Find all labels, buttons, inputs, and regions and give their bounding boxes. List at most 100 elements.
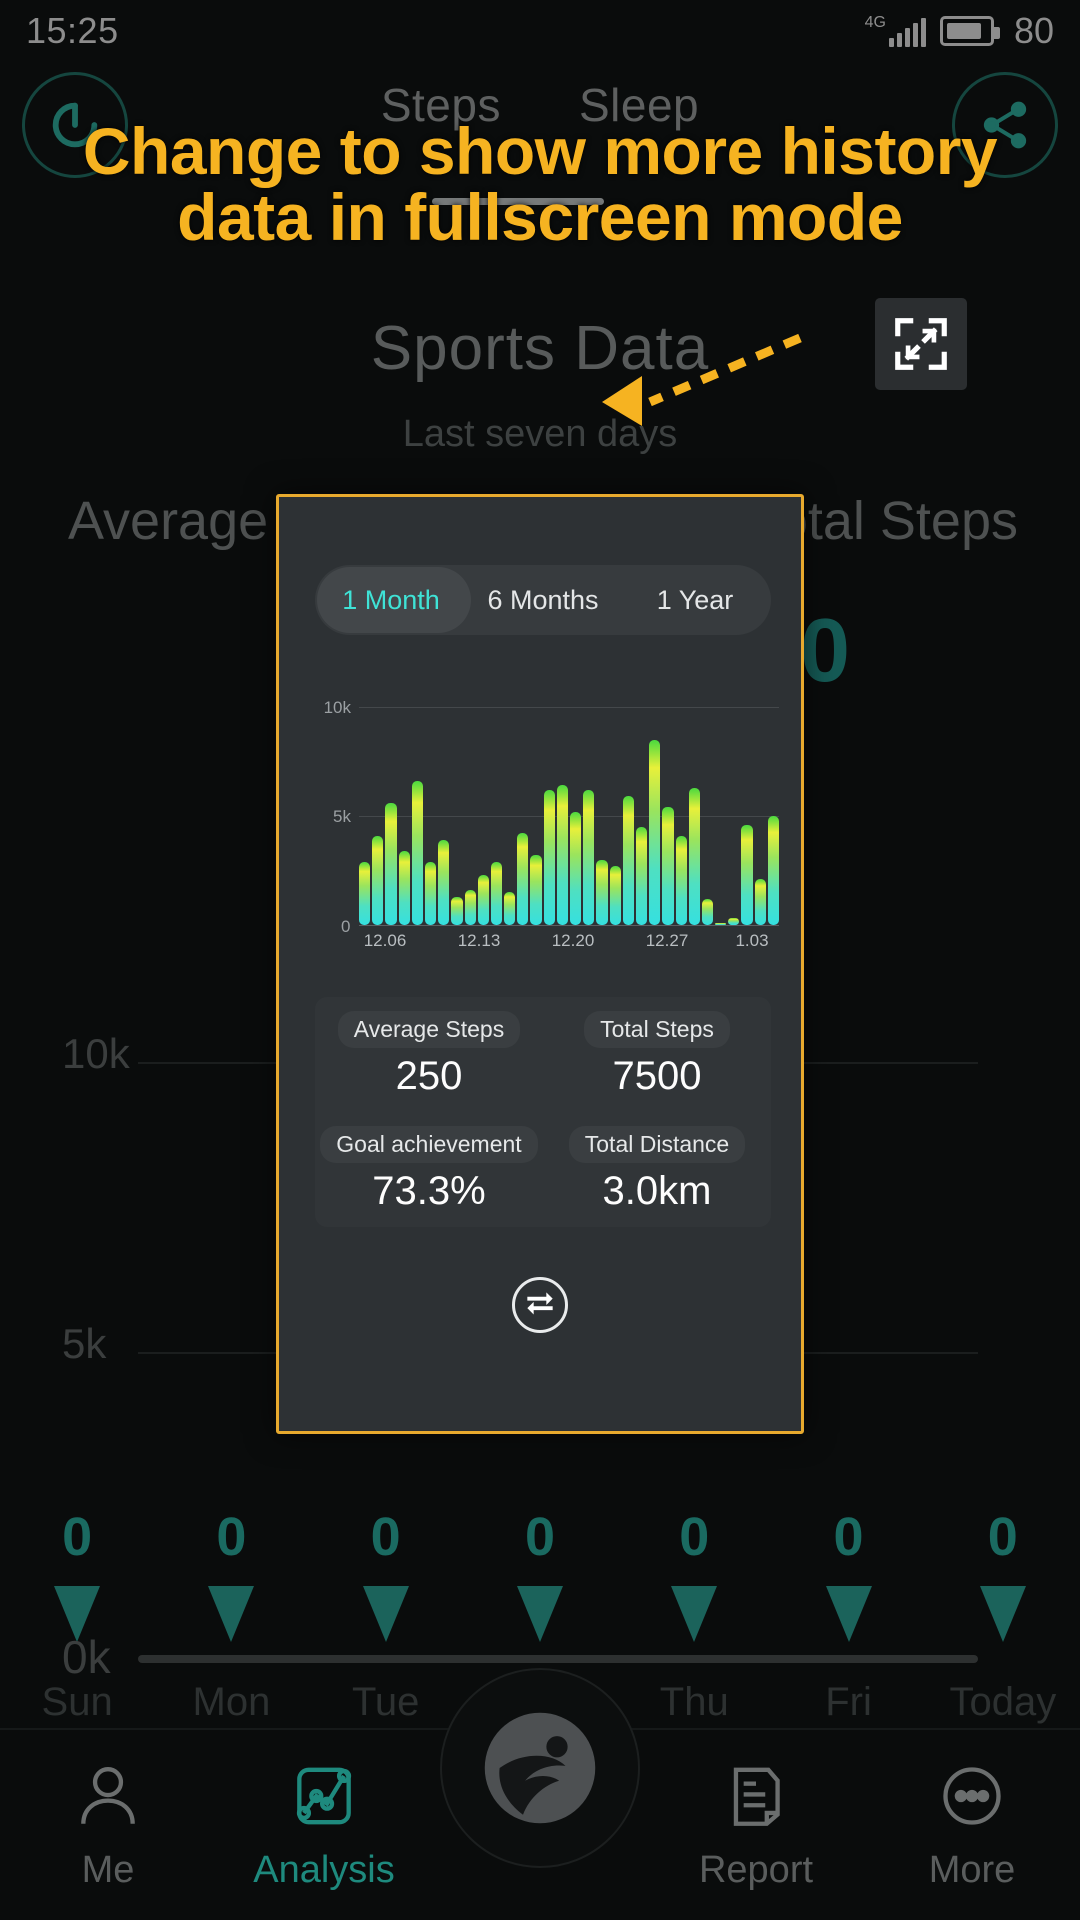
x-tick-3: 12.20 bbox=[551, 931, 595, 950]
bg-y-label-5k: 5k bbox=[62, 1320, 107, 1367]
chart-bar bbox=[701, 898, 714, 925]
chart-bar bbox=[688, 787, 700, 925]
bg-day-label: Thu bbox=[659, 1680, 729, 1724]
chart-bars bbox=[359, 707, 779, 925]
x-tick-2: 12.13 bbox=[457, 931, 501, 950]
chart-bar bbox=[464, 890, 476, 925]
bg-day-col: 0 bbox=[154, 1510, 308, 1642]
bg-day-col: 0 bbox=[771, 1510, 925, 1642]
bg-day-col: 0 bbox=[309, 1510, 463, 1642]
down-triangle-icon bbox=[979, 1586, 1026, 1642]
nav-item-report[interactable]: Report bbox=[648, 1759, 864, 1892]
bg-day-value: 0 bbox=[370, 1507, 401, 1567]
stat-value: 7500 bbox=[612, 1053, 702, 1098]
chart-bar bbox=[359, 861, 371, 925]
bg-y-label-10k: 10k bbox=[62, 1030, 130, 1077]
stat-label: Goal achievement bbox=[320, 1125, 538, 1163]
bg-day-value: 0 bbox=[833, 1507, 864, 1567]
bg-day-col: 0 bbox=[0, 1510, 154, 1642]
stat-value: 73.3% bbox=[372, 1168, 486, 1213]
chart-bar bbox=[530, 855, 542, 925]
status-clock: 15:25 bbox=[26, 10, 119, 51]
down-triangle-icon bbox=[671, 1586, 718, 1642]
person-icon bbox=[81, 1766, 135, 1824]
bg-day-col: 0 bbox=[926, 1510, 1080, 1642]
network-type-label: 4G bbox=[864, 14, 886, 31]
chart-bar bbox=[556, 785, 568, 925]
summary-stats-panel: Average Steps 250 Total Steps 7500 Goal … bbox=[315, 997, 771, 1227]
chart-bar bbox=[741, 824, 753, 925]
stat-goal-achievement: Goal achievement 73.3% bbox=[315, 1112, 543, 1227]
bg-day-col: 0 bbox=[463, 1510, 617, 1642]
chart-bar bbox=[385, 802, 397, 925]
annotation-line-2: data in fullscreen mode bbox=[177, 180, 903, 254]
bg-day-label: Sun bbox=[41, 1680, 113, 1724]
nav-label-report: Report bbox=[698, 1848, 814, 1891]
bg-day-value: 0 bbox=[524, 1507, 555, 1567]
phone-screen: 15:25 4G 80 Steps Sleep Sports Data Last… bbox=[0, 0, 1080, 1920]
stat-average-steps: Average Steps 250 bbox=[315, 997, 543, 1112]
bg-day-label: Mon bbox=[192, 1680, 271, 1724]
chart-bar bbox=[451, 896, 463, 925]
swap-arrows-icon[interactable] bbox=[512, 1277, 568, 1333]
nav-label-me: Me bbox=[81, 1848, 135, 1891]
x-tick-1: 12.06 bbox=[363, 931, 407, 950]
chart-bar bbox=[477, 874, 489, 925]
chart-bar bbox=[424, 861, 437, 925]
chart-bar bbox=[543, 789, 555, 925]
nav-item-analysis[interactable]: Analysis bbox=[216, 1759, 432, 1892]
chart-bar bbox=[583, 789, 595, 925]
stat-total-steps: Total Steps 7500 bbox=[543, 997, 771, 1112]
down-triangle-icon bbox=[825, 1586, 872, 1642]
nav-label-analysis: Analysis bbox=[253, 1848, 395, 1891]
history-bar-chart: 10k 5k 0 12.06 12.13 12.20 12.27 1.03 bbox=[279, 698, 807, 967]
document-icon bbox=[733, 1767, 780, 1826]
fullscreen-expand-icon[interactable] bbox=[875, 298, 967, 390]
chart-bar bbox=[490, 861, 503, 925]
chart-bar bbox=[622, 796, 634, 925]
runner-glyph-icon bbox=[484, 1712, 596, 1824]
bg-day-value: 0 bbox=[679, 1507, 710, 1567]
stat-value: 250 bbox=[395, 1053, 463, 1098]
bg-day-value: 0 bbox=[216, 1507, 247, 1567]
bg-day-label: Fri bbox=[825, 1680, 872, 1724]
bg-day-col: 0 bbox=[617, 1510, 771, 1642]
annotation-text: Change to show more history data in full… bbox=[0, 118, 1080, 250]
segment-1-month[interactable]: 1 Month bbox=[315, 565, 467, 635]
chart-bar bbox=[767, 816, 779, 925]
stat-label: Total Distance bbox=[568, 1125, 746, 1163]
signal-bars-icon: 4G bbox=[865, 15, 926, 47]
chart-plot-area bbox=[359, 707, 779, 925]
nav-item-more[interactable]: More bbox=[864, 1759, 1080, 1892]
line-chart-icon bbox=[296, 1767, 352, 1824]
bg-x-axis-line bbox=[138, 1655, 978, 1663]
status-bar: 15:25 4G 80 bbox=[0, 0, 1080, 62]
page-subtitle: Last seven days bbox=[402, 413, 678, 455]
chart-x-axis bbox=[359, 925, 779, 926]
time-range-segmented-control[interactable]: 1 Month 6 Months 1 Year bbox=[315, 565, 771, 635]
down-triangle-icon bbox=[208, 1586, 255, 1642]
y-tick-0: 0 bbox=[341, 917, 351, 936]
bg-day-label: Tue bbox=[351, 1680, 420, 1724]
x-tick-4: 12.27 bbox=[645, 931, 689, 950]
chart-bar bbox=[517, 833, 529, 925]
dashed-arrow-icon bbox=[602, 333, 802, 426]
chart-bar bbox=[754, 879, 766, 925]
down-triangle-icon bbox=[516, 1586, 563, 1642]
bg-total-steps-value: 0 bbox=[800, 601, 851, 701]
chart-bar bbox=[438, 839, 450, 925]
nav-item-me[interactable]: Me bbox=[0, 1759, 216, 1892]
annotation-line-1: Change to show more history bbox=[82, 114, 998, 188]
segment-6-months[interactable]: 6 Months bbox=[467, 565, 619, 635]
chart-bar bbox=[649, 739, 661, 925]
runner-logo-icon[interactable] bbox=[440, 1668, 640, 1868]
y-tick-10k: 10k bbox=[323, 698, 351, 717]
battery-level-label: 80 bbox=[1013, 10, 1054, 51]
bg-day-label: Today bbox=[949, 1680, 1057, 1724]
chart-bar bbox=[662, 807, 674, 925]
segment-1-year[interactable]: 1 Year bbox=[619, 565, 771, 635]
chart-bar bbox=[398, 850, 410, 925]
bg-weekly-values: 0 0 0 0 0 0 0 bbox=[0, 1510, 1080, 1642]
status-icons: 4G 80 bbox=[865, 10, 1054, 52]
chart-bar bbox=[504, 892, 516, 925]
